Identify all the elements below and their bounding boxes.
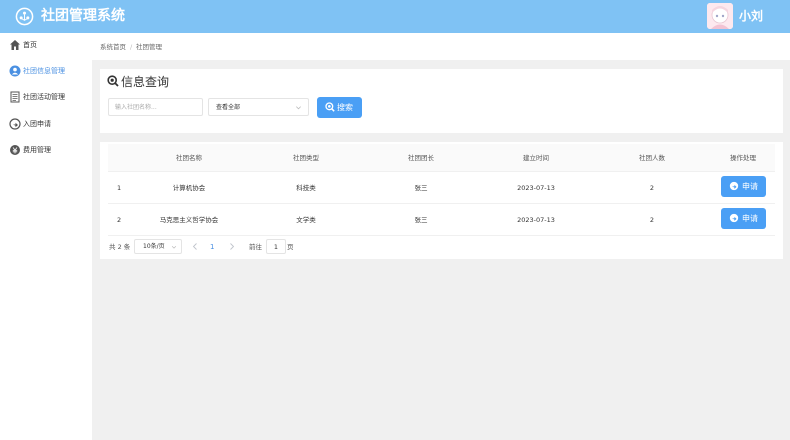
avatar[interactable]	[707, 3, 733, 29]
apply-button-label: 申请	[742, 182, 758, 191]
app-title: 社团管理系统	[41, 8, 125, 24]
row-index: 2	[117, 216, 122, 224]
column-header-members: 社团人数	[639, 154, 665, 162]
logo-icon	[15, 7, 34, 26]
chevron-down-icon	[296, 106, 301, 110]
club-type-cell: 文学类	[296, 216, 316, 224]
sidebar-item-label: 社团信息管理	[23, 67, 65, 75]
search-panel: 信息查询 查看全部 搜索	[100, 69, 783, 133]
top-header: 社团管理系统 小刘	[0, 0, 790, 33]
document-icon	[10, 91, 20, 103]
breadcrumb: 系统首页 / 社团管理	[92, 33, 790, 60]
sidebar-item-home[interactable]: 首页	[0, 33, 92, 59]
column-header-date: 建立时间	[523, 154, 549, 162]
sidebar-item-label: 首页	[23, 41, 37, 49]
club-table-panel: 社团名称 社团类型 社团团长 建立时间 社团人数 操作处理 1 计算机协会 科技…	[100, 142, 783, 259]
club-leader-cell: 张三	[414, 216, 428, 224]
club-name-cell: 计算机协会	[172, 184, 206, 192]
sidebar-item-label: 费用管理	[23, 146, 51, 154]
username[interactable]: 小刘	[739, 9, 763, 24]
goto-page-input[interactable]	[266, 239, 286, 254]
pagination-total: 共 2 条	[109, 243, 131, 251]
apply-button[interactable]: 申请	[721, 208, 766, 229]
column-header-leader: 社团团长	[408, 154, 434, 162]
money-icon	[10, 145, 20, 155]
club-leader-cell: 张三	[414, 184, 428, 192]
page-suffix: 页	[287, 243, 294, 251]
club-name-cell: 马克思主义哲学协会	[159, 216, 219, 224]
breadcrumb-home[interactable]: 系统首页	[100, 43, 126, 51]
sidebar-item-label: 入团申请	[23, 120, 51, 128]
club-name-input[interactable]	[108, 98, 203, 116]
panel-title: 信息查询	[121, 75, 170, 89]
chevron-left-icon[interactable]	[192, 243, 198, 250]
search-button-label: 搜索	[337, 103, 353, 112]
club-type-select[interactable]: 查看全部	[208, 98, 309, 116]
club-type-cell: 科技类	[296, 184, 316, 192]
user-icon	[9, 65, 21, 77]
club-type-select-value: 查看全部	[216, 104, 241, 111]
table-row: 2 马克思主义哲学协会 文学类 张三 2023-07-13 2 申请	[108, 204, 775, 236]
share-icon	[9, 118, 21, 130]
page-number-current[interactable]: 1	[210, 243, 214, 251]
avatar-image	[707, 3, 733, 29]
column-header-action: 操作处理	[730, 154, 756, 162]
search-button[interactable]: 搜索	[317, 97, 362, 118]
breadcrumb-separator: /	[130, 43, 133, 51]
search-icon	[107, 75, 119, 87]
home-icon	[10, 40, 20, 50]
member-count-cell: 2	[649, 184, 655, 192]
row-index: 1	[117, 184, 122, 192]
sidebar-item-join-request[interactable]: 入团申请	[0, 112, 92, 138]
chevron-down-icon	[171, 246, 177, 249]
sidebar: 首页 社团信息管理 社团活动管理 入团申请 费用管理	[0, 33, 92, 440]
page-size-select[interactable]: 10条/页	[134, 239, 182, 254]
founded-date-cell: 2023-07-13	[517, 184, 555, 192]
table-header: 社团名称 社团类型 社团团长 建立时间 社团人数 操作处理	[108, 144, 775, 172]
goto-label: 前往	[249, 243, 262, 251]
sidebar-item-label: 社团活动管理	[23, 93, 65, 101]
page-size-value: 10条/页	[143, 243, 165, 250]
column-header-name: 社团名称	[176, 154, 202, 162]
apply-button-label: 申请	[742, 214, 758, 223]
column-header-type: 社团类型	[293, 154, 319, 162]
founded-date-cell: 2023-07-13	[517, 216, 555, 224]
share-icon	[729, 213, 739, 223]
chevron-right-icon[interactable]	[229, 243, 235, 250]
table-row: 1 计算机协会 科技类 张三 2023-07-13 2 申请	[108, 172, 775, 204]
search-icon	[325, 102, 335, 112]
sidebar-item-fees[interactable]: 费用管理	[0, 138, 92, 164]
share-icon	[729, 181, 739, 191]
member-count-cell: 2	[649, 216, 655, 224]
sidebar-item-club-activity[interactable]: 社团活动管理	[0, 85, 92, 111]
sidebar-item-club-info[interactable]: 社团信息管理	[0, 59, 92, 85]
apply-button[interactable]: 申请	[721, 176, 766, 197]
breadcrumb-current: 社团管理	[136, 43, 162, 51]
